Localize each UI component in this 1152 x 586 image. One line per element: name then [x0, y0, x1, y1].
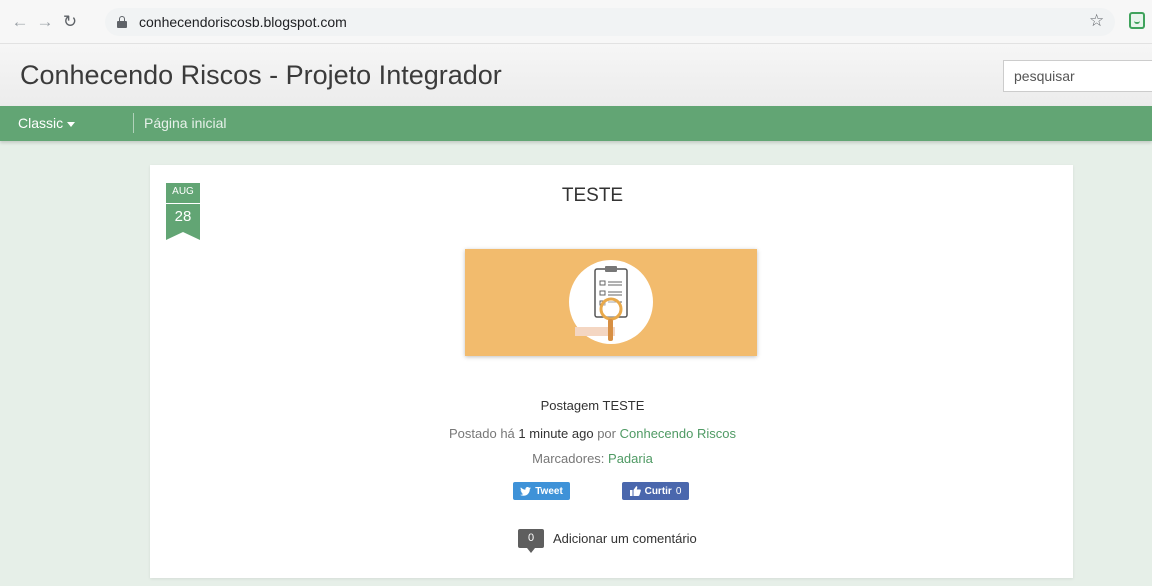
post-card: AUG 28 TESTE Postagem TESTE Postado há 1…: [150, 165, 1073, 578]
like-count: 0: [675, 485, 682, 497]
nav-divider: [133, 113, 134, 133]
comment-count-badge[interactable]: 0: [518, 529, 544, 553]
meta-by: por: [597, 426, 616, 441]
extension-icon[interactable]: [1129, 12, 1145, 29]
address-bar[interactable]: conhecendoriscosb.blogspot.com: [105, 8, 1115, 36]
thumbs-up-icon: [629, 486, 641, 496]
lock-icon: [117, 16, 127, 28]
home-link[interactable]: Página inicial: [144, 115, 227, 131]
caret-down-icon: [67, 121, 76, 127]
add-comment-link[interactable]: Adicionar um comentário: [553, 531, 697, 546]
post-body: Postagem TESTE: [540, 398, 645, 413]
url-text[interactable]: conhecendoriscosb.blogspot.com: [139, 14, 347, 30]
blog-title[interactable]: Conhecendo Riscos - Projeto Integrador: [20, 60, 502, 91]
post-timestamp[interactable]: 1 minute ago: [518, 426, 593, 441]
author-link[interactable]: Conhecendo Riscos: [620, 426, 736, 441]
tweet-label: Tweet: [535, 485, 563, 497]
like-button[interactable]: Curtir 0: [622, 482, 689, 500]
nav-bar: Classic Página inicial: [0, 106, 1152, 141]
view-selector[interactable]: Classic: [18, 115, 76, 131]
browser-toolbar: ← → ↻ conhecendoriscosb.blogspot.com ☆: [0, 0, 1152, 44]
post-meta: Postado há 1 minute ago por Conhecendo R…: [150, 426, 1035, 441]
arrow-left-icon[interactable]: ←: [10, 12, 30, 32]
like-label: Curtir: [644, 485, 672, 497]
meta-prefix: Postado há: [449, 426, 515, 441]
star-icon[interactable]: ☆: [1089, 11, 1104, 31]
twitter-bird-icon: [520, 486, 532, 496]
reload-icon[interactable]: ↻: [60, 12, 80, 32]
date-day: 28: [174, 208, 192, 225]
clipboard-magnifier-illustration: [569, 260, 653, 344]
labels-prefix: Marcadores:: [532, 451, 605, 466]
search-input[interactable]: [1003, 60, 1152, 92]
blog-header: Conhecendo Riscos - Projeto Integrador: [0, 44, 1152, 106]
tweet-button[interactable]: Tweet: [513, 482, 570, 500]
post-title[interactable]: TESTE: [150, 185, 1035, 207]
post-image[interactable]: [465, 249, 757, 356]
arrow-right-icon[interactable]: →: [35, 12, 55, 32]
post-labels: Marcadores: Padaria: [150, 451, 1035, 466]
label-link[interactable]: Padaria: [608, 451, 653, 466]
view-selector-label: Classic: [18, 115, 64, 131]
